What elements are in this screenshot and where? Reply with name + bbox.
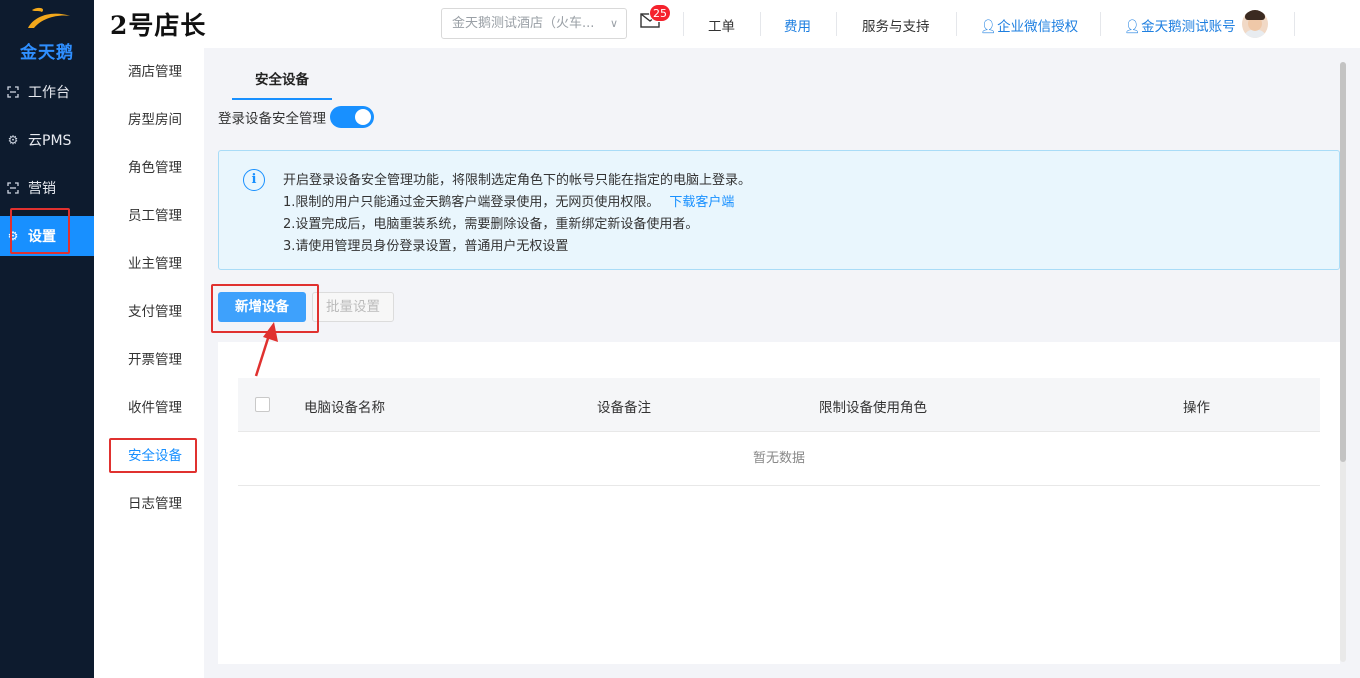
submenu-item-room-types[interactable]: 房型房间 [94, 105, 204, 135]
header-divider [956, 12, 957, 36]
header-divider [1294, 12, 1295, 36]
fees-link[interactable]: 费用 [784, 15, 811, 35]
nav-item-label: 营销 [28, 181, 56, 197]
notice-line-2: 1.限制的用户只能通过金天鹅客户端登录使用，无网页使用权限。 下载客户端 [283, 191, 734, 210]
submenu-item-roles[interactable]: 角色管理 [94, 153, 204, 183]
header-divider [760, 12, 761, 36]
login-security-toggle[interactable] [330, 106, 374, 128]
settings-submenu: 酒店管理 房型房间 角色管理 员工管理 业主管理 支付管理 开票管理 收件管理 … [94, 48, 204, 678]
column-header-device-remark: 设备备注 [597, 400, 651, 416]
info-icon: i [243, 169, 265, 191]
chevron-down-icon: ∨ [609, 17, 618, 30]
gear-icon: ⚙ [7, 133, 19, 147]
submenu-item-hotel[interactable]: 酒店管理 [94, 57, 204, 87]
brand-title: 2号店长 [110, 11, 207, 40]
submenu-item-invoice[interactable]: 开票管理 [94, 345, 204, 375]
user-icon: 👤︎ [1124, 19, 1142, 35]
tab-security-devices[interactable]: 安全设备 [232, 66, 332, 100]
logo-swoosh-icon [28, 7, 70, 28]
scrollbar-thumb[interactable] [1340, 62, 1346, 462]
select-all-checkbox[interactable] [255, 397, 270, 412]
nav-item-label: 云PMS [28, 133, 72, 149]
account-link[interactable]: 👤︎金天鹅测试账号 [1124, 15, 1236, 35]
nav-item-settings[interactable]: ⚙ 设置 [0, 216, 94, 256]
left-nav: 金天鹅 工作台 ⚙ 云PMS 营销 ⚙ 设置 [0, 0, 94, 678]
device-table-panel: 电脑设备名称 设备备注 限制设备使用角色 操作 暂无数据 [218, 342, 1340, 664]
bracket-icon [6, 85, 20, 99]
toggle-label: 登录设备安全管理 [218, 111, 326, 127]
login-security-toggle-row: 登录设备安全管理 [218, 106, 374, 128]
tickets-link[interactable]: 工单 [708, 15, 735, 35]
column-header-device-name: 电脑设备名称 [304, 400, 385, 416]
nav-item-label: 设置 [28, 229, 56, 245]
wechat-auth-link[interactable]: 👤︎企业微信授权 [980, 15, 1078, 35]
scrollbar[interactable] [1340, 62, 1346, 662]
notice-line-2-text: 1.限制的用户只能通过金天鹅客户端登录使用，无网页使用权限。 [283, 195, 660, 210]
submenu-item-payment[interactable]: 支付管理 [94, 297, 204, 327]
nav-item-workbench[interactable]: 工作台 [0, 72, 94, 112]
top-header: 2号店长 金天鹅测试酒店（火车... ∨ 25 工单 费用 服务与支持 👤︎企业… [94, 0, 1360, 48]
header-divider [836, 12, 837, 36]
submenu-item-receiving[interactable]: 收件管理 [94, 393, 204, 423]
download-client-link[interactable]: 下载客户端 [669, 195, 734, 210]
submenu-item-security-devices[interactable]: 安全设备 [94, 441, 204, 471]
notice-line-1: 开启登录设备安全管理功能，将限制选定角色下的帐号只能在指定的电脑上登录。 [283, 173, 752, 188]
info-notice: i 开启登录设备安全管理功能，将限制选定角色下的帐号只能在指定的电脑上登录。 1… [218, 150, 1340, 270]
batch-settings-button[interactable]: 批量设置 [312, 292, 394, 322]
add-device-button[interactable]: 新增设备 [218, 292, 306, 322]
hotel-select-value: 金天鹅测试酒店（火车... [452, 16, 595, 31]
column-header-actions: 操作 [1183, 400, 1210, 416]
wechat-auth-label: 企业微信授权 [997, 19, 1079, 35]
main-content: 安全设备 登录设备安全管理 i 开启登录设备安全管理功能，将限制选定角色下的帐号… [204, 48, 1360, 678]
gear-icon: ⚙ [7, 229, 19, 243]
account-label: 金天鹅测试账号 [1141, 19, 1236, 35]
nav-item-marketing[interactable]: 营销 [0, 168, 94, 208]
app-logo[interactable]: 金天鹅 [0, 0, 94, 66]
bracket-icon [6, 181, 20, 195]
notice-line-4: 3.请使用管理员身份登录设置，普通用户无权设置 [283, 239, 569, 254]
logo-text: 金天鹅 [20, 43, 74, 63]
avatar[interactable] [1242, 10, 1268, 38]
notice-line-3: 2.设置完成后，电脑重装系统，需要删除设备，重新绑定新设备使用者。 [283, 217, 699, 232]
annotation-arrow-icon [254, 322, 278, 377]
submenu-item-staff[interactable]: 员工管理 [94, 201, 204, 231]
nav-item-cloud-pms[interactable]: ⚙ 云PMS [0, 120, 94, 160]
nav-item-label: 工作台 [28, 85, 70, 101]
hotel-select[interactable]: 金天鹅测试酒店（火车... ∨ [441, 8, 627, 39]
submenu-item-logs[interactable]: 日志管理 [94, 489, 204, 519]
mail-count-badge: 25 [649, 4, 671, 22]
service-support-link[interactable]: 服务与支持 [862, 15, 930, 35]
table-header: 电脑设备名称 设备备注 限制设备使用角色 操作 [238, 378, 1320, 432]
table-empty-row: 暂无数据 [238, 432, 1320, 486]
column-header-restricted-roles: 限制设备使用角色 [819, 400, 927, 416]
header-divider [1100, 12, 1101, 36]
user-icon: 👤︎ [980, 19, 998, 35]
submenu-item-owners[interactable]: 业主管理 [94, 249, 204, 279]
header-divider [683, 12, 684, 36]
